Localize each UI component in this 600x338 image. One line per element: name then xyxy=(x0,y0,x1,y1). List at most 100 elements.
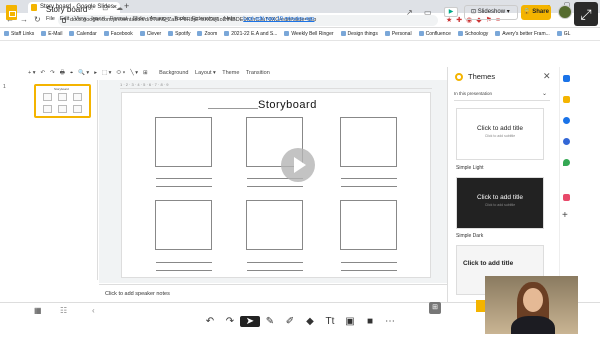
toolbar-tool-icon[interactable]: ↶ xyxy=(41,70,46,76)
bookmark-item[interactable]: Facebook xyxy=(104,28,133,40)
annotation-tool-icon[interactable]: ◆ xyxy=(300,316,320,327)
bookmark-item[interactable]: Schoology xyxy=(458,28,488,40)
toolbar-tool-icon[interactable]: ⊞ xyxy=(143,70,148,76)
close-icon[interactable]: ✕ xyxy=(543,71,551,82)
bookmark-item[interactable]: Confluence xyxy=(419,28,451,40)
theme-button[interactable]: Theme xyxy=(222,70,239,76)
annotation-tool-icon[interactable]: ➤ xyxy=(240,316,260,327)
menu-file[interactable]: File xyxy=(46,16,55,22)
slideshow-button[interactable]: ⊡ Slideshow ▾ xyxy=(464,5,518,20)
bookmark-item[interactable]: Clever xyxy=(140,28,161,40)
menu-slide[interactable]: Slide xyxy=(132,16,144,22)
theme-card-simple-light[interactable]: Click to add title Click to add subtitle xyxy=(456,108,544,160)
bookmark-item[interactable]: 2021-22 E.A and S... xyxy=(224,28,277,40)
annotation-tool-icon[interactable]: ✎ xyxy=(260,316,280,327)
chevron-left-icon[interactable]: ‹ xyxy=(92,306,95,315)
meet-icon[interactable]: ▶ xyxy=(444,7,458,17)
calendar-icon[interactable] xyxy=(563,75,570,82)
storyboard-frame[interactable] xyxy=(155,200,212,250)
menu-format[interactable]: Format xyxy=(110,16,127,22)
title-underline xyxy=(208,108,258,109)
annotation-tool-icon[interactable]: ▣ xyxy=(340,316,360,327)
menu-view[interactable]: View xyxy=(74,16,86,22)
grid-view-icon[interactable]: ▦ xyxy=(34,306,42,315)
menu-extensions[interactable]: Extensions xyxy=(192,16,219,22)
explore-button[interactable]: ⊞ xyxy=(429,302,441,314)
list-view-icon[interactable]: ☷ xyxy=(60,306,67,315)
last-edit-link[interactable]: Last edit was 19 minutes ago xyxy=(243,16,314,22)
ruler: 1 · 2 · 3 · 4 · 5 · 6 · 7 · 8 · 9 xyxy=(120,82,432,89)
slide-title[interactable]: Storyboard xyxy=(258,99,317,111)
menu-tools[interactable]: Tools xyxy=(174,16,187,22)
document-title[interactable]: Story board xyxy=(46,5,87,14)
play-icon[interactable] xyxy=(281,148,315,182)
toolbar-tool-icon[interactable]: ╲ ▾ xyxy=(130,70,138,76)
toolbar-tool-icon[interactable]: + ▾ xyxy=(28,70,36,76)
background-button[interactable]: Background xyxy=(159,70,188,76)
tasks-icon[interactable] xyxy=(563,117,570,124)
in-presentation-dropdown[interactable]: In this presentation ⌄ xyxy=(454,91,550,101)
bookmark-item[interactable]: Calendar xyxy=(69,28,96,40)
slideshow-dropdown-icon[interactable]: ▾ xyxy=(505,9,510,15)
toolbar-tool-icon[interactable]: ▸ xyxy=(94,70,97,76)
bookmark-item[interactable]: Spotify xyxy=(168,28,190,40)
comment-icon[interactable]: ▭ xyxy=(424,8,432,17)
storyboard-frame[interactable] xyxy=(155,117,212,167)
bookmark-item[interactable]: E-Mail xyxy=(41,28,62,40)
toolbar-tool-icon[interactable]: 🔍 ▾ xyxy=(78,70,89,76)
title-action-icons[interactable]: ☆ ⊡ ☁ xyxy=(88,4,126,12)
annotation-tool-icon[interactable]: Tt xyxy=(320,316,340,327)
menu-help[interactable]: Help xyxy=(224,16,235,22)
keep-icon[interactable] xyxy=(563,96,570,103)
toolbar-tool-icon[interactable]: ⬚ ▾ xyxy=(102,70,112,76)
forward-icon[interactable]: → xyxy=(20,15,28,24)
slides-logo-icon[interactable] xyxy=(6,5,17,20)
slides-header xyxy=(0,41,600,67)
thumbnail-box xyxy=(43,105,52,113)
toolbar-tool-icon[interactable]: ⌖ xyxy=(70,70,73,76)
theme-title-text: Click to add title xyxy=(463,260,514,267)
bookmark-item[interactable]: Design things xyxy=(341,28,378,40)
toolbar-tools[interactable]: + ▾ ↶ ↷ 🖶 ⌖ 🔍 ▾ ▸ ⬚ ▾ ⬭ ▾ ╲ ▾ ⊞ xyxy=(28,70,153,76)
contacts-icon[interactable] xyxy=(563,138,570,145)
annotation-tool-icon[interactable]: ⋯ xyxy=(380,316,400,327)
toolbar-tool-icon[interactable]: 🖶 xyxy=(60,70,65,76)
annotation-tool-icon[interactable]: ↶ xyxy=(200,316,220,327)
add-addon-icon[interactable]: + xyxy=(562,210,568,221)
menu-arrange[interactable]: Arrange xyxy=(150,16,170,22)
annotation-tool-icon[interactable]: ■ xyxy=(360,316,380,327)
annotation-tool-icon[interactable]: ✐ xyxy=(280,316,300,327)
annotation-toolbar: ↶ ↷ ➤ ✎ ✐ ◆ Tt ▣ ■ ⋯ xyxy=(200,316,400,327)
activity-icon[interactable]: ↗ xyxy=(406,8,413,17)
toolbar-tool-icon[interactable]: ↷ xyxy=(50,70,55,76)
bookmark-item[interactable]: Weekly Bell Ringer xyxy=(284,28,333,40)
bookmark-item[interactable]: Personal xyxy=(385,28,412,40)
storyboard-frame[interactable] xyxy=(246,200,303,250)
annotation-tool-icon[interactable]: ↷ xyxy=(220,316,240,327)
slide-number: 1 xyxy=(3,84,6,90)
bookmark-item[interactable]: Staff Links xyxy=(4,28,34,40)
storyboard-frame[interactable] xyxy=(340,117,397,167)
expand-icon[interactable]: ⤢ xyxy=(574,2,598,26)
addon-icon[interactable] xyxy=(563,194,570,201)
bookmark-item[interactable]: GL xyxy=(557,28,571,40)
menu-edit[interactable]: Edit xyxy=(60,16,69,22)
reload-icon[interactable]: ↻ xyxy=(34,15,41,24)
toolbar-tool-icon[interactable]: ⬭ ▾ xyxy=(116,70,125,76)
caption-line xyxy=(247,262,303,263)
maps-icon[interactable] xyxy=(563,159,570,166)
menu-insert[interactable]: Insert xyxy=(91,16,105,22)
thumbnail-box xyxy=(43,93,52,101)
slide-thumbnail[interactable]: Storyboard xyxy=(34,84,91,118)
theme-subtitle-text: Click to add subtitle xyxy=(484,203,516,207)
storyboard-frame[interactable] xyxy=(340,200,397,250)
avatar[interactable] xyxy=(558,5,572,19)
speaker-notes[interactable]: Click to add speaker notes xyxy=(99,284,447,302)
share-button[interactable]: 🔒 Share xyxy=(521,5,551,20)
caption-line xyxy=(156,262,212,263)
bookmark-item[interactable]: Zoom xyxy=(197,28,217,40)
layout-button[interactable]: Layout ▾ xyxy=(195,70,216,76)
theme-card-simple-dark[interactable]: Click to add title Click to add subtitle xyxy=(456,177,544,229)
transition-button[interactable]: Transition xyxy=(246,70,270,76)
bookmark-item[interactable]: Avery's better Fram... xyxy=(495,28,550,40)
